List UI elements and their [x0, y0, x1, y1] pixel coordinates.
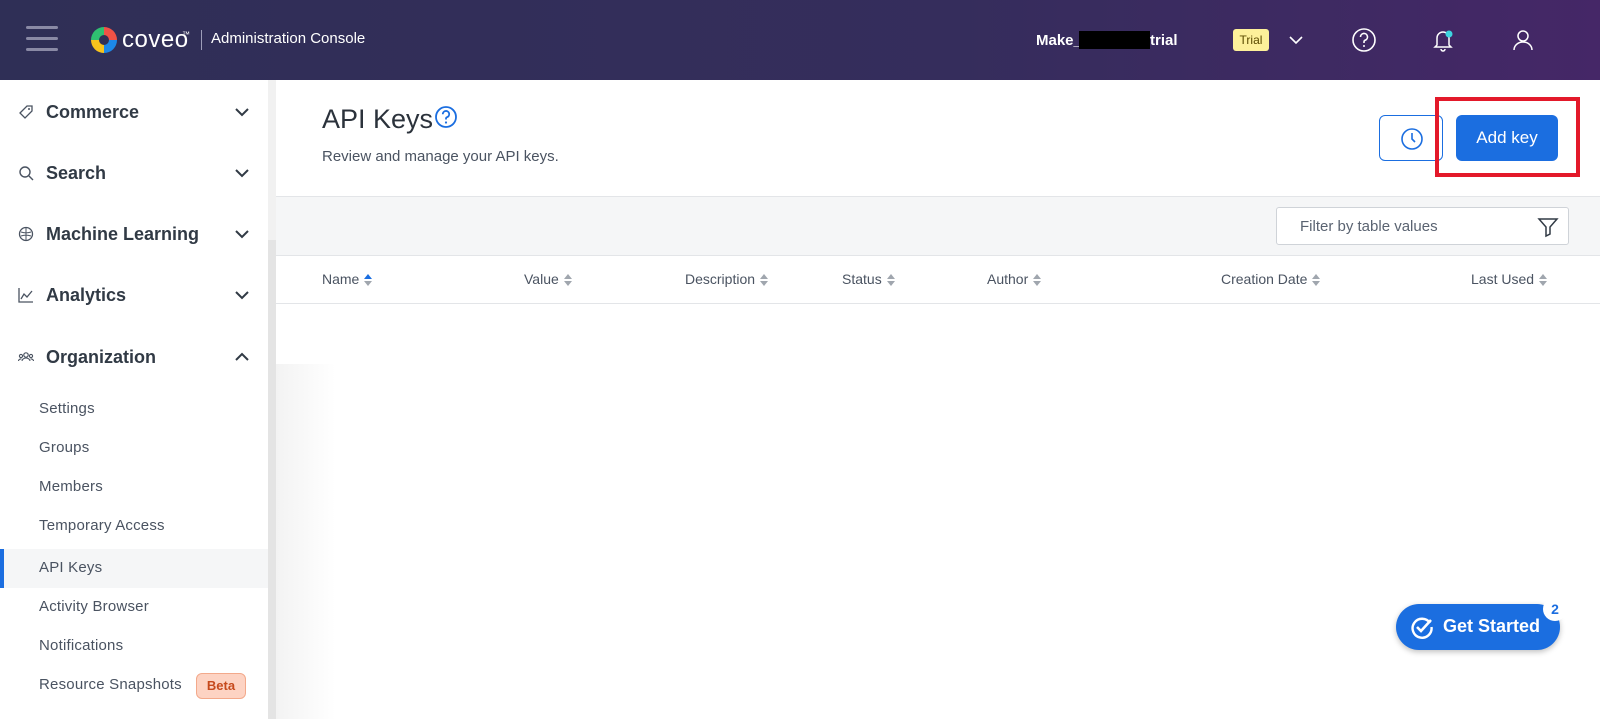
sidebar-section-machine-learning[interactable]: Machine Learning	[0, 214, 268, 254]
column-header-name[interactable]: Name	[322, 271, 373, 287]
column-header-value[interactable]: Value	[524, 271, 572, 287]
sidebar-item-label: Members	[39, 478, 103, 495]
table-header: Name Value Description Status Author Cre…	[276, 256, 1600, 304]
sidebar-item-activity-browser[interactable]: Activity Browser	[0, 588, 268, 627]
sort-icon	[886, 274, 895, 287]
tag-icon	[19, 105, 33, 119]
org-name-suffix[interactable]: trial	[1150, 32, 1178, 49]
sidebar-item-notifications[interactable]: Notifications	[0, 627, 268, 666]
help-icon[interactable]	[1351, 27, 1377, 53]
sidebar-item-label: Groups	[39, 439, 90, 456]
search-icon	[19, 166, 34, 181]
hamburger-menu-icon[interactable]	[26, 26, 58, 52]
checkmark-circle-icon	[1411, 617, 1433, 639]
brain-icon	[18, 226, 34, 242]
brand-name[interactable]: coveo	[122, 26, 189, 54]
filter-icon[interactable]	[1537, 216, 1559, 238]
column-header-label: Author	[987, 271, 1029, 287]
coveo-logo-icon[interactable]	[91, 27, 117, 53]
page-title: API Keys	[322, 104, 434, 134]
sidebar-item-label: Activity Browser	[39, 598, 149, 615]
org-name-prefix[interactable]: Make_	[1036, 32, 1082, 49]
page-description: Review and manage your API keys.	[322, 148, 559, 165]
sidebar-section-label: Commerce	[46, 102, 140, 122]
column-header-label: Value	[524, 271, 559, 287]
sort-icon	[1312, 274, 1321, 287]
filter-input[interactable]: Filter by table values	[1276, 207, 1569, 245]
people-icon	[18, 352, 34, 362]
filter-placeholder: Filter by table values	[1300, 218, 1438, 235]
chart-line-icon	[18, 288, 33, 303]
column-header-label: Status	[842, 271, 882, 287]
sidebar-item-label: Resource Snapshots	[39, 676, 182, 693]
column-header-description[interactable]: Description	[685, 271, 769, 287]
user-profile-icon[interactable]	[1510, 27, 1536, 53]
sidebar-section-label: Analytics	[46, 285, 127, 305]
console-title: Administration Console	[211, 30, 366, 47]
table-body	[276, 304, 1600, 364]
column-header-label: Last Used	[1471, 271, 1535, 287]
chevron-down-icon	[235, 108, 249, 117]
sort-icon	[563, 274, 572, 287]
chevron-down-icon	[235, 230, 249, 239]
brand-trademark: ™	[182, 30, 190, 39]
sidebar-item-label: API Keys	[39, 559, 103, 576]
chevron-down-icon	[235, 169, 249, 178]
get-started-label: Get Started	[1443, 616, 1541, 636]
sidebar-section-label: Organization	[46, 347, 157, 367]
column-header-creation-date[interactable]: Creation Date	[1221, 271, 1321, 287]
chevron-down-icon[interactable]	[1286, 30, 1306, 50]
trial-badge: Trial	[1233, 29, 1269, 51]
sidebar-section-search[interactable]: Search	[0, 153, 268, 193]
sort-icon	[1033, 274, 1042, 287]
beta-badge: Beta	[196, 673, 246, 699]
sidebar-item-label: Temporary Access	[39, 517, 165, 534]
sidebar-section-label: Search	[46, 163, 107, 183]
column-header-label: Description	[685, 271, 756, 287]
sidebar-item-groups[interactable]: Groups	[0, 429, 268, 468]
sidebar-item-temporary-access[interactable]: Temporary Access	[0, 507, 268, 546]
column-header-label: Name	[322, 271, 360, 287]
column-header-status[interactable]: Status	[842, 271, 895, 287]
sidebar-item-settings[interactable]: Settings	[0, 390, 268, 429]
sidebar-item-label: Settings	[39, 400, 95, 417]
help-icon[interactable]	[434, 105, 458, 129]
get-started-button[interactable]: Get Started	[1396, 604, 1560, 650]
sidebar-section-commerce[interactable]: Commerce	[0, 92, 268, 132]
sort-icon	[760, 274, 769, 287]
sidebar-item-api-keys[interactable]: API Keys	[0, 549, 268, 588]
clock-icon	[1401, 128, 1423, 150]
sort-icon	[1539, 274, 1548, 287]
sort-ascending-icon	[364, 274, 373, 287]
divider	[201, 30, 202, 50]
sidebar-section-organization[interactable]: Organization	[0, 337, 268, 377]
sidebar-section-analytics[interactable]: Analytics	[0, 275, 268, 315]
sidebar-item-label: Notifications	[39, 637, 124, 654]
top-bar: coveo ™ Administration Console Make_ tri…	[0, 0, 1600, 80]
page-background	[276, 364, 1600, 719]
sidebar-item-resource-snapshots[interactable]: Resource Snapshots Beta	[0, 666, 268, 705]
sidebar-item-members[interactable]: Members	[0, 468, 268, 507]
sidebar-section-label: Machine Learning	[46, 224, 200, 244]
chevron-down-icon	[235, 291, 249, 300]
history-button[interactable]	[1379, 115, 1443, 161]
column-header-author[interactable]: Author	[987, 271, 1042, 287]
highlight-annotation-box	[1435, 97, 1580, 177]
column-header-last-used[interactable]: Last Used	[1471, 271, 1548, 287]
notification-bell-icon[interactable]	[1430, 27, 1456, 53]
chevron-up-icon	[235, 352, 249, 361]
redacted-org-name	[1079, 31, 1150, 49]
sidebar-scrollbar-thumb[interactable]	[268, 240, 276, 719]
get-started-count-badge: 2	[1543, 597, 1567, 621]
column-header-label: Creation Date	[1221, 271, 1308, 287]
